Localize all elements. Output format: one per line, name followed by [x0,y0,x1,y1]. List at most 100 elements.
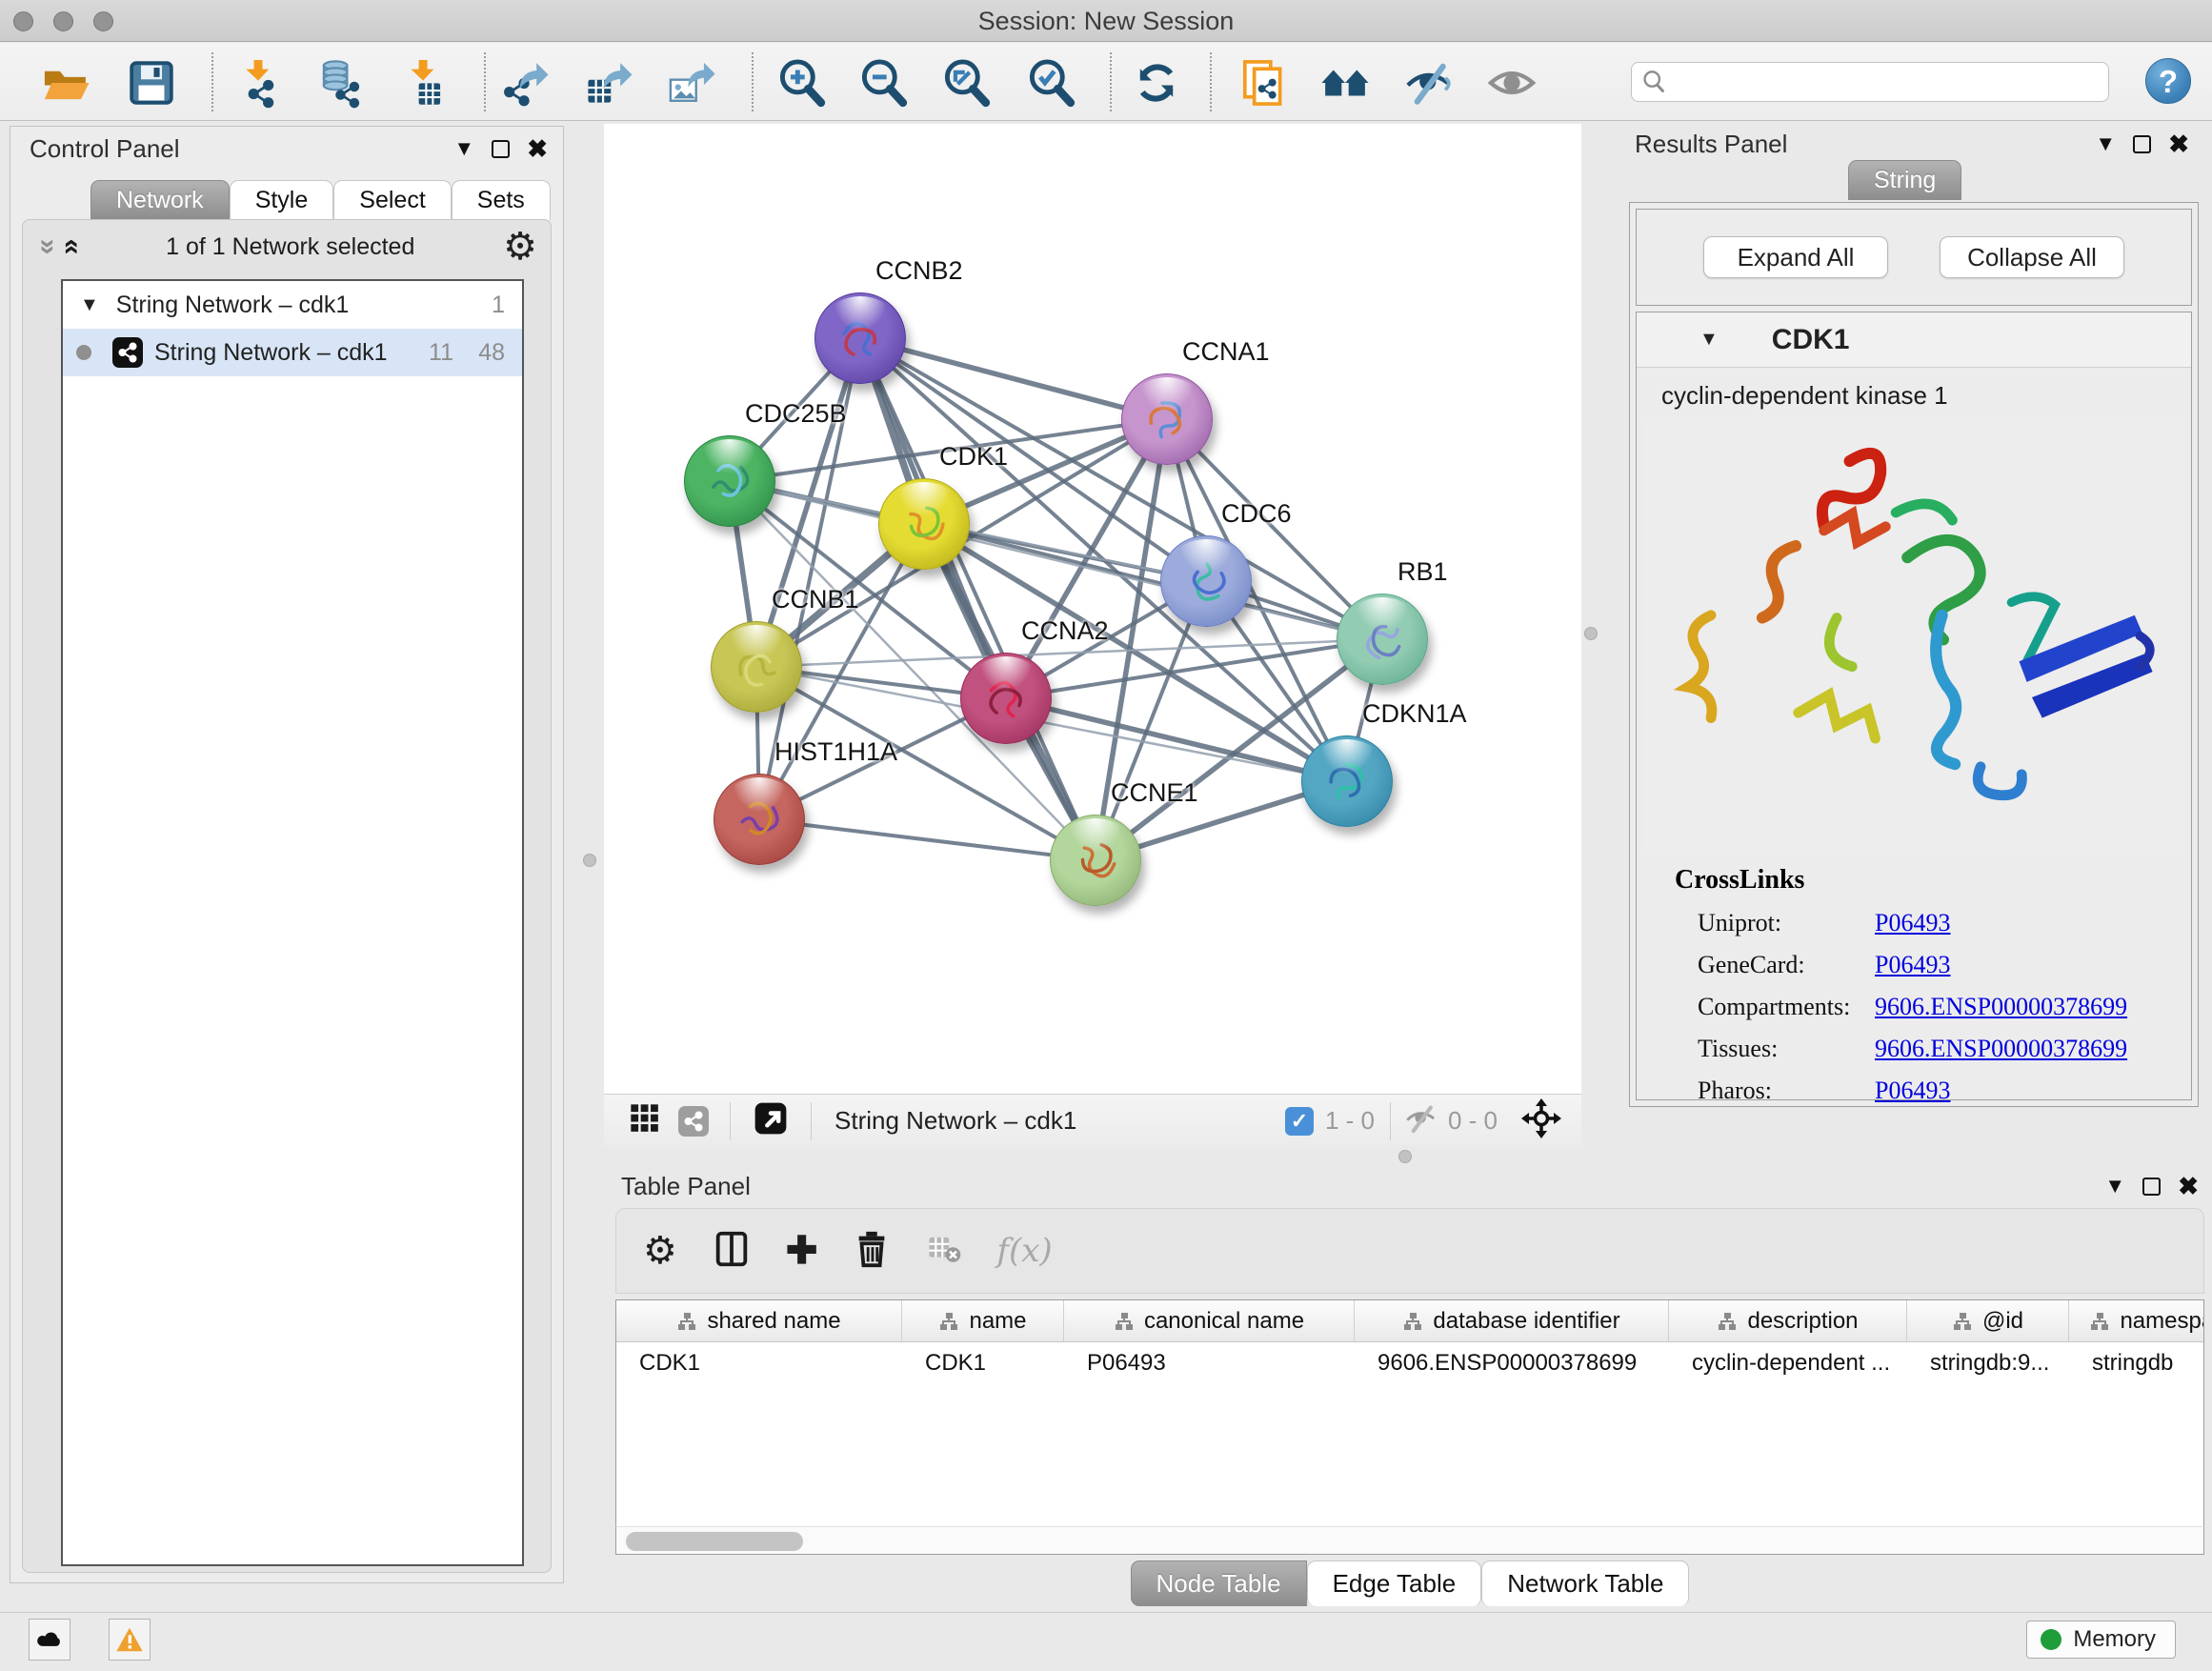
show-hidden-icon[interactable] [1484,55,1539,111]
maximize-panel-icon[interactable] [2142,1178,2161,1196]
network-canvas[interactable]: CCNB2CCNA1CDC25BCDK1CDC6RB1CCNB1CCNA2CDK… [604,124,1581,1094]
table-cell[interactable]: stringdb:9... [1907,1342,2069,1384]
crosslink-link[interactable]: P06493 [1875,1077,1950,1105]
zoom-fit-icon[interactable] [938,55,994,111]
network-node-hist1h1a[interactable] [714,774,805,865]
tab-edge-table[interactable]: Edge Table [1307,1560,1482,1606]
hidden-items-eye-icon[interactable] [1404,1101,1438,1140]
warning-icon[interactable] [109,1619,151,1661]
expand-all-button[interactable]: Expand All [1703,236,1888,278]
node-table[interactable]: shared namenamecanonical namedatabase id… [615,1299,2204,1526]
selected-nodes-checkbox[interactable]: ✓ [1285,1107,1314,1136]
gene-expander-icon[interactable]: ▼ [1699,329,1719,351]
export-view-icon[interactable] [752,1099,790,1142]
column-header-namespace[interactable]: namespace [2069,1300,2204,1341]
column-header-name[interactable]: name [902,1300,1064,1341]
show-all-windows-icon[interactable] [1317,55,1373,111]
cloud-icon[interactable] [29,1619,70,1661]
table-hscrollbar[interactable] [615,1526,2204,1555]
delete-column-icon[interactable] [852,1229,892,1274]
network-overview-icon[interactable] [678,1106,709,1137]
memory-button[interactable]: Memory [2026,1621,2176,1659]
expand-all-networks-icon[interactable]: » [55,239,84,255]
import-network-from-database-icon[interactable] [312,55,367,111]
float-panel-icon[interactable]: ▼ [453,138,474,159]
search-box[interactable] [1631,62,2109,102]
collapse-all-button[interactable]: Collapse All [1940,236,2124,278]
column-header-sharedname[interactable]: shared name [616,1300,902,1341]
export-image-icon[interactable] [663,55,718,111]
maximize-panel-icon[interactable] [2133,135,2151,153]
crosslink-link[interactable]: 9606.ENSP00000378699 [1875,993,2127,1021]
open-session-icon[interactable] [38,55,93,111]
network-node-ccne1[interactable] [1050,815,1141,906]
show-columns-icon[interactable] [712,1229,752,1274]
table-row[interactable]: CDK1CDK1P064939606.ENSP00000378699cyclin… [616,1342,2203,1384]
float-panel-icon[interactable]: ▼ [2104,1176,2125,1197]
column-header-databaseidentifier[interactable]: database identifier [1355,1300,1669,1341]
refresh-icon[interactable] [1129,55,1184,111]
column-header-id[interactable]: @id [1907,1300,2069,1341]
table-settings-gear-icon[interactable]: ⚙ [643,1232,677,1270]
column-header-canonicalname[interactable]: canonical name [1064,1300,1355,1341]
bottom-splitter-handle[interactable] [1398,1150,1412,1163]
collection-expander-icon[interactable]: ▼ [80,294,99,316]
tab-sets[interactable]: Sets [452,180,551,220]
network-options-gear-icon[interactable]: ⚙ [503,228,537,266]
network-row-selected[interactable]: String Network – cdk1 11 48 [63,329,522,376]
table-cell[interactable]: CDK1 [616,1342,902,1384]
tab-style[interactable]: Style [230,180,334,220]
gene-section-header[interactable]: ▼ CDK1 [1637,312,2191,368]
tab-node-table[interactable]: Node Table [1131,1560,1307,1606]
tab-select[interactable]: Select [333,180,451,220]
maximize-panel-icon[interactable] [492,140,510,158]
table-cell[interactable]: cyclin-dependent ... [1669,1342,1907,1384]
table-cell[interactable]: P06493 [1064,1342,1355,1384]
column-header-description[interactable]: description [1669,1300,1907,1341]
node-gloss [1175,539,1237,579]
network-node-rb1[interactable] [1337,594,1428,685]
network-node-label: CCNE1 [1111,778,1198,808]
export-network-icon[interactable] [498,55,553,111]
zoom-out-icon[interactable] [855,55,911,111]
close-panel-icon[interactable]: ✖ [2178,1174,2199,1198]
crosslink-link[interactable]: 9606.ENSP00000378699 [1875,1035,2127,1063]
pan-crosshair-icon[interactable] [1520,1097,1562,1144]
hide-selected-icon[interactable] [1401,55,1457,111]
tab-network[interactable]: Network [90,180,230,220]
search-input[interactable] [1674,69,2099,95]
export-table-icon[interactable] [580,55,635,111]
table-cell[interactable]: CDK1 [902,1342,1064,1384]
float-panel-icon[interactable]: ▼ [2095,133,2116,154]
import-network-icon[interactable] [231,55,287,111]
save-session-icon[interactable] [124,55,179,111]
crosslink-link[interactable]: P06493 [1875,951,1950,979]
table-cell[interactable]: stringdb [2069,1342,2204,1384]
network-node-ccnb1[interactable] [711,621,802,713]
network-node-cdkn1a[interactable] [1301,735,1393,827]
network-node-cdc6[interactable] [1160,535,1252,627]
network-node-cdk1[interactable] [878,478,970,570]
close-panel-icon[interactable]: ✖ [2168,131,2189,156]
network-node-ccnb2[interactable] [814,292,906,384]
help-icon[interactable]: ? [2145,58,2191,104]
import-table-icon[interactable] [398,55,453,111]
network-node-ccna1[interactable] [1121,373,1213,465]
tab-network-table[interactable]: Network Table [1481,1560,1689,1606]
network-collection-row[interactable]: ▼ String Network – cdk1 1 [63,281,522,329]
table-cell[interactable]: 9606.ENSP00000378699 [1355,1342,1669,1384]
left-splitter-handle[interactable] [583,854,596,867]
tab-string[interactable]: String [1848,160,1961,200]
crosslink-link[interactable]: P06493 [1875,909,1950,937]
close-panel-icon[interactable]: ✖ [527,136,548,161]
create-column-icon[interactable]: ✚ [786,1232,818,1270]
birdseye-grid-icon[interactable] [627,1100,663,1141]
network-node-cdc25b[interactable] [684,435,775,527]
clone-network-icon[interactable] [1234,55,1289,111]
right-splitter-handle[interactable] [1584,627,1598,640]
zoom-in-icon[interactable] [774,55,829,111]
network-node-ccna2[interactable] [960,653,1052,744]
control-panel: Control Panel ▼ ✖ Network Style Select S… [10,126,564,1583]
zoom-selected-icon[interactable] [1023,55,1078,111]
table-hscrollbar-thumb[interactable] [626,1532,803,1551]
